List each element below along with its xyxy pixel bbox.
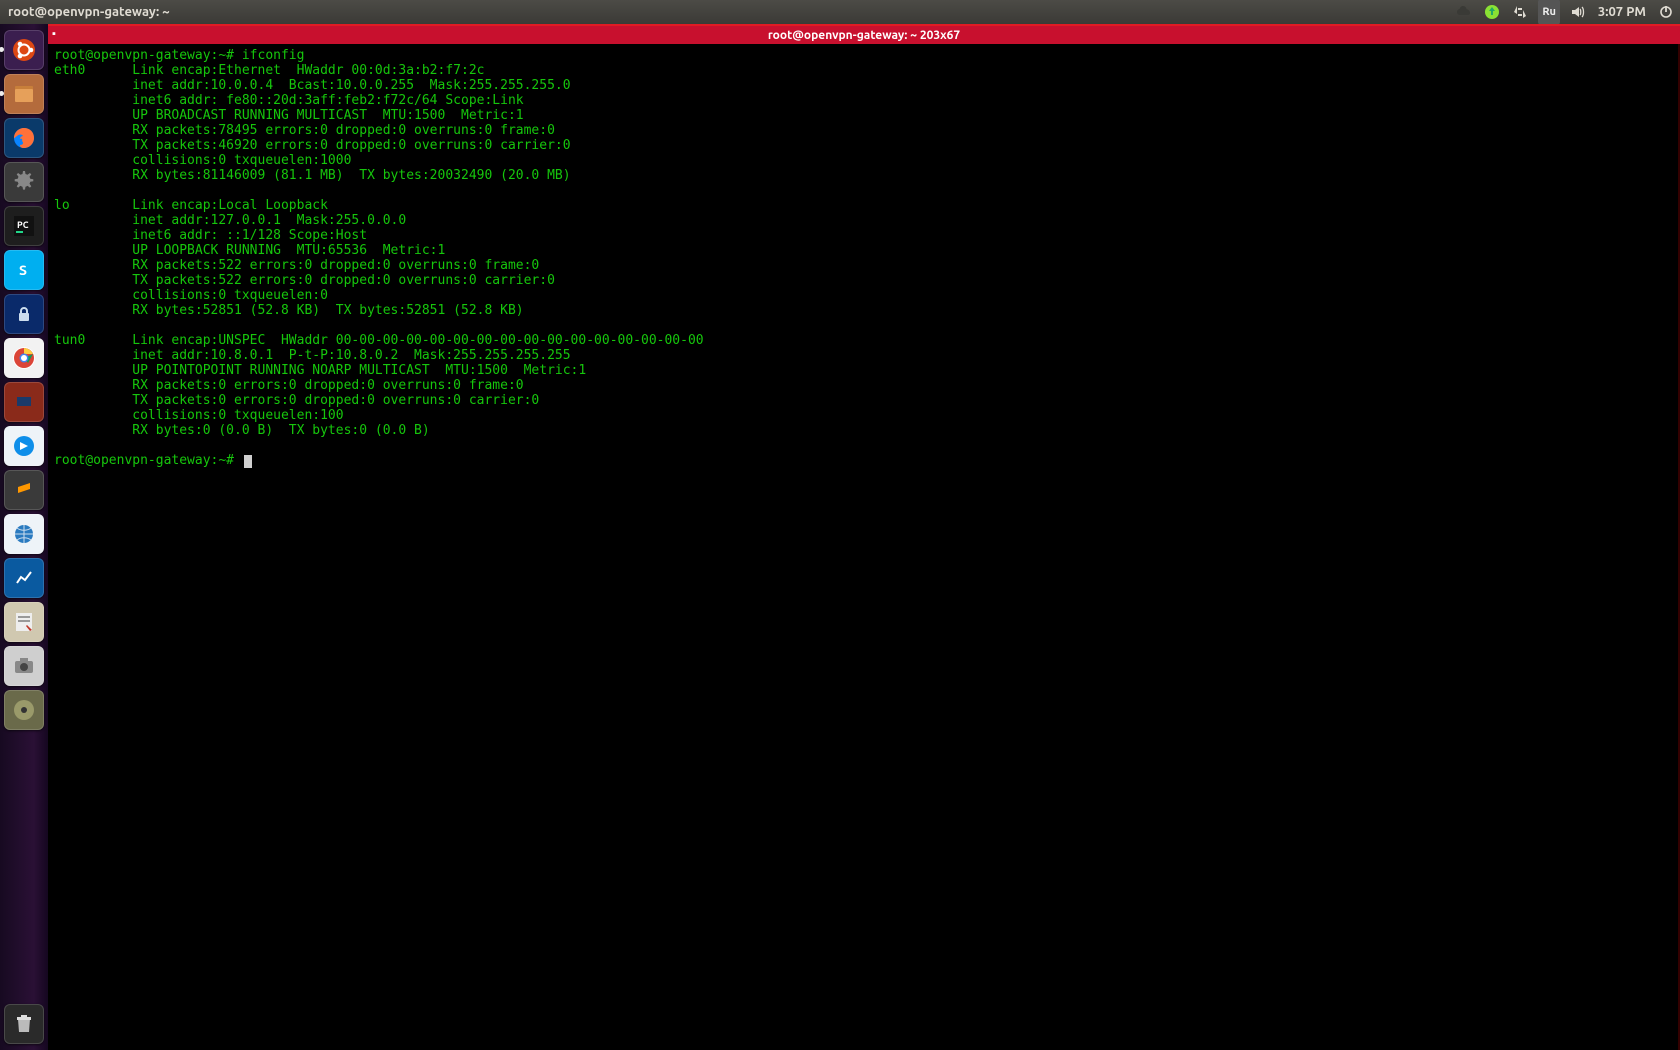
launcher-skype[interactable]: S [4,250,44,290]
launcher-gedit[interactable] [4,602,44,642]
launcher-trash[interactable] [4,1004,44,1044]
network-icon[interactable] [1506,0,1534,24]
launcher-settings[interactable] [4,162,44,202]
cloud-icon[interactable] [1450,0,1478,24]
launcher-firefox[interactable] [4,118,44,158]
launcher-virtualbox[interactable] [4,382,44,422]
window-title: root@openvpn-gateway: ~ [0,5,170,19]
terminal-window: ▪ root@openvpn-gateway: ~ 203x67 root@op… [48,24,1680,1050]
launcher-keepass[interactable] [4,294,44,334]
launcher-screenshot[interactable] [4,646,44,686]
unity-launcher: PC S [0,24,48,1050]
sound-icon[interactable] [1564,0,1592,24]
keyboard-layout-indicator[interactable]: Ru [1538,0,1560,25]
launcher-dash[interactable] [4,30,44,70]
launcher-sublime[interactable] [4,470,44,510]
launcher-monitor[interactable] [4,558,44,598]
terminal-titlebar[interactable]: ▪ root@openvpn-gateway: ~ 203x67 [48,26,1680,44]
launcher-chrome[interactable] [4,338,44,378]
session-icon[interactable] [1652,0,1680,24]
clock[interactable]: 3:07 PM [1592,0,1652,24]
launcher-teamviewer[interactable] [4,426,44,466]
svg-text:PC: PC [17,220,29,230]
terminal-cursor [244,455,252,468]
launcher-disks[interactable] [4,690,44,730]
top-panel: root@openvpn-gateway: ~ Ru 3:07 PM [0,0,1680,24]
launcher-files[interactable] [4,74,44,114]
terminal-title: root@openvpn-gateway: ~ 203x67 [768,29,960,42]
svg-text:S: S [19,262,27,278]
terminal-icon: ▪ [52,28,56,40]
launcher-remote[interactable] [4,514,44,554]
terminal-body[interactable]: root@openvpn-gateway:~# ifconfig eth0 Li… [48,44,1678,1050]
launcher-pycharm[interactable]: PC [4,206,44,246]
update-icon[interactable] [1478,0,1506,24]
terminal-prompt: root@openvpn-gateway:~# [54,453,242,468]
